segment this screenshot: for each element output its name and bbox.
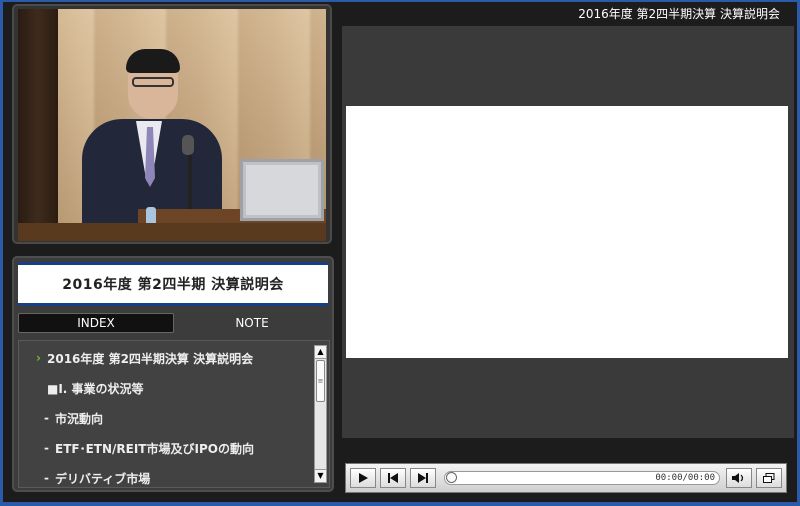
previous-button[interactable] <box>380 468 406 488</box>
list-item-marker: - <box>44 441 49 455</box>
play-icon <box>359 473 368 483</box>
volume-button[interactable] <box>726 468 752 488</box>
list-item[interactable]: - デリバティブ市場 <box>19 463 311 487</box>
volume-icon <box>732 473 744 483</box>
window-mode-button[interactable] <box>756 468 782 488</box>
list-item-label: ETF･ETN/REIT市場及びIPOの動向 <box>55 441 254 456</box>
list-item[interactable]: ■I. 事業の状況等 <box>19 373 311 403</box>
list-item[interactable]: - 市況動向 <box>19 403 311 433</box>
list-item[interactable]: › 2016年度 第2四半期決算 決算説明会 <box>19 343 311 373</box>
chevron-right-icon: › <box>36 351 41 365</box>
seek-handle[interactable] <box>446 472 457 483</box>
video-panel <box>12 4 332 244</box>
list-item-label: デリバティブ市場 <box>55 471 151 486</box>
scroll-up-icon[interactable]: ▲ <box>315 346 326 359</box>
previous-icon <box>388 473 398 483</box>
player-controls: 00:00/00:00 <box>345 463 787 493</box>
speaker-video[interactable] <box>18 9 326 241</box>
slide-area[interactable] <box>346 106 788 358</box>
microphone <box>182 135 194 155</box>
list-item-marker: - <box>44 471 49 485</box>
tab-note[interactable]: NOTE <box>176 313 328 333</box>
session-title: 2016年度 第2四半期 決算説明会 <box>62 277 284 293</box>
curtain <box>18 9 58 241</box>
tab-index[interactable]: INDEX <box>18 313 174 333</box>
index-list: › 2016年度 第2四半期決算 決算説明会 ■I. 事業の状況等 - 市況動向… <box>18 340 330 488</box>
monitor-screen <box>246 165 318 215</box>
time-display: 00:00/00:00 <box>655 473 715 483</box>
scroll-down-icon[interactable]: ▼ <box>315 469 326 482</box>
stage-floor <box>18 223 326 241</box>
speaker-hair <box>126 49 180 73</box>
window-border-bottom <box>0 502 800 506</box>
play-button[interactable] <box>350 468 376 488</box>
next-button[interactable] <box>410 468 436 488</box>
index-panel: 2016年度 第2四半期 決算説明会 INDEX NOTE › 2016年度 第… <box>12 256 334 492</box>
list-item-label: ■I. 事業の状況等 <box>47 381 144 396</box>
speaker-glasses <box>132 77 174 87</box>
list-item-marker: - <box>44 411 49 425</box>
seek-bar[interactable]: 00:00/00:00 <box>444 471 720 485</box>
list-item-label: 市況動向 <box>55 411 104 426</box>
window-icon <box>763 473 775 483</box>
list-item-label: 2016年度 第2四半期決算 決算説明会 <box>47 351 254 366</box>
index-scrollbar[interactable]: ▲ ≡ ▼ <box>314 345 327 483</box>
window-border-left <box>0 0 3 506</box>
scroll-thumb[interactable]: ≡ <box>316 360 325 402</box>
session-title-box: 2016年度 第2四半期 決算説明会 <box>18 262 328 306</box>
page-title: 2016年度 第2四半期決算 決算説明会 <box>578 6 780 21</box>
next-icon <box>418 473 428 483</box>
list-item[interactable]: - ETF･ETN/REIT市場及びIPOの動向 <box>19 433 311 463</box>
